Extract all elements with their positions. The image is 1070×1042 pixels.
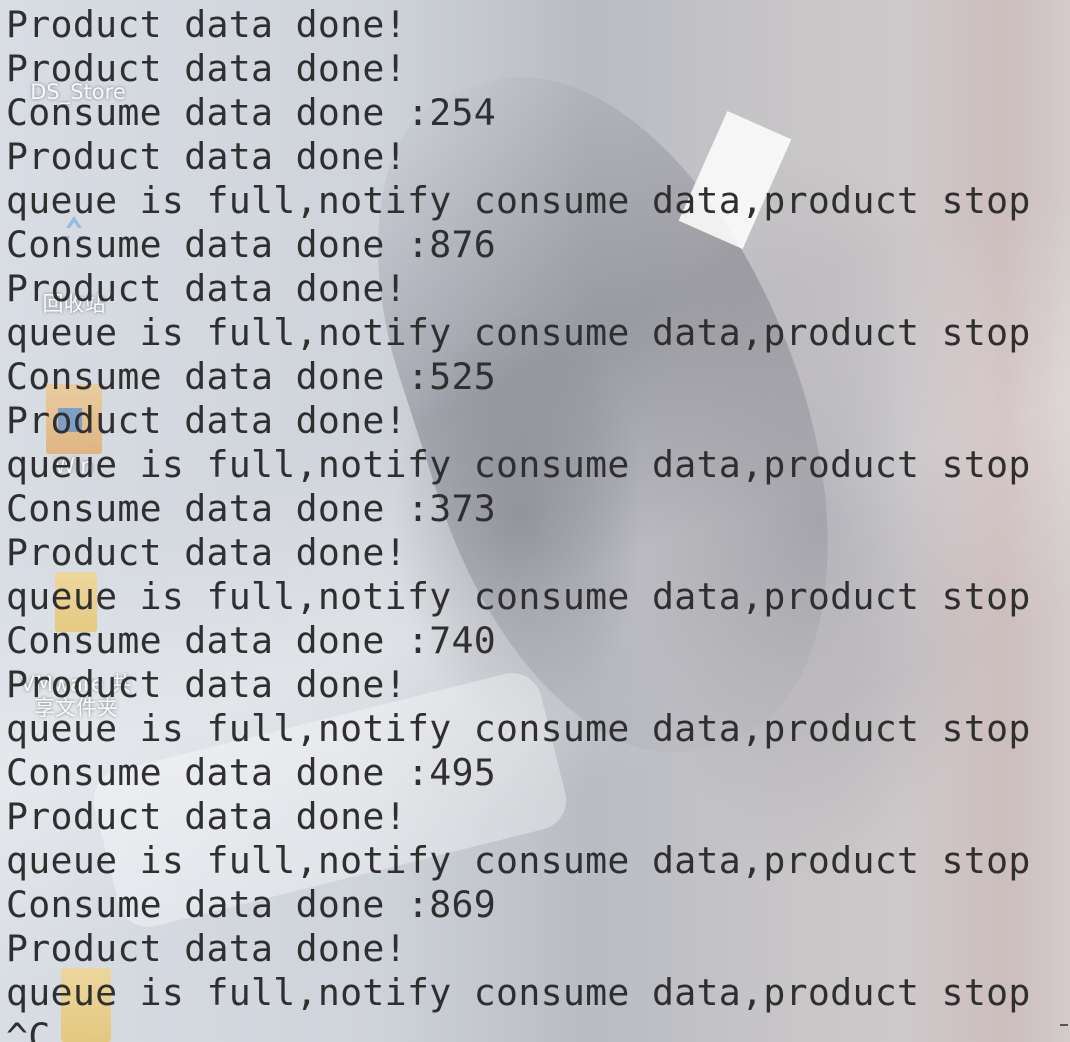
terminal-line: Product data done! [6,663,407,706]
terminal-line: Consume data done :254 [6,91,497,134]
terminal-line: queue is full,notify consume data,produc… [6,575,1031,618]
terminal-prompt-line: ^C [6,1015,51,1042]
scrollbar-indicator[interactable] [1060,1024,1068,1026]
terminal-line: Product data done! [6,47,407,90]
terminal-line: Consume data done :740 [6,619,497,662]
terminal-line: queue is full,notify consume data,produc… [6,707,1031,750]
terminal-line: Product data done! [6,927,407,970]
terminal-line: Consume data done :876 [6,223,497,266]
terminal-line: queue is full,notify consume data,produc… [6,179,1031,222]
terminal-line: queue is full,notify consume data,produc… [6,311,1031,354]
terminal-line: Product data done! [6,795,407,838]
terminal-line: queue is full,notify consume data,produc… [6,443,1031,486]
terminal-line: Consume data done :495 [6,751,497,794]
terminal-line: Product data done! [6,135,407,178]
terminal-output[interactable]: Product data done! Product data done! Co… [0,0,1070,1042]
terminal-line: Product data done! [6,267,407,310]
terminal-line: Product data done! [6,3,407,46]
terminal-line: Product data done! [6,399,407,442]
terminal-line: Product data done! [6,531,407,574]
terminal-line: queue is full,notify consume data,produc… [6,971,1031,1014]
terminal-line: queue is full,notify consume data,produc… [6,839,1031,882]
terminal-line: Consume data done :869 [6,883,497,926]
terminal-line: Consume data done :373 [6,487,497,530]
terminal-line: Consume data done :525 [6,355,497,398]
